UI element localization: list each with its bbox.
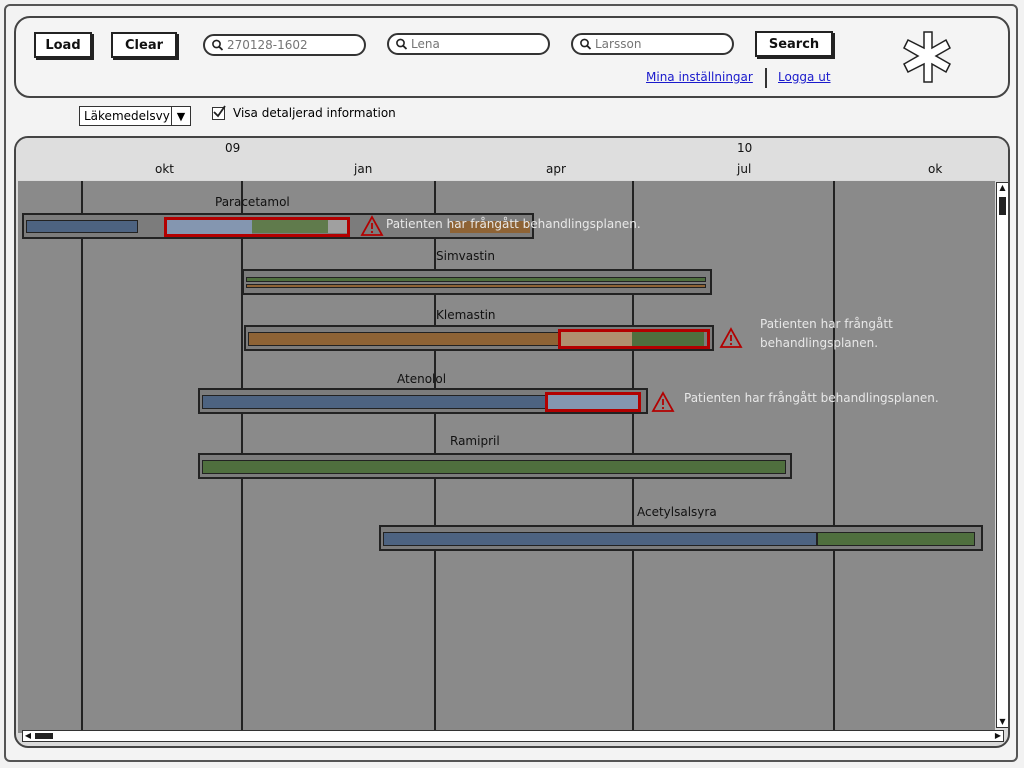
month-label: apr bbox=[546, 162, 566, 176]
deviation-marker[interactable] bbox=[545, 392, 641, 412]
drug-label-paracetamol: Paracetamol bbox=[215, 195, 290, 209]
month-label: ok bbox=[928, 162, 943, 176]
scroll-down-icon[interactable]: ▼ bbox=[997, 717, 1008, 727]
timeline-plot: Paracetamol Patienten har frångått behan… bbox=[18, 181, 995, 733]
bar-segment bbox=[383, 532, 817, 546]
detail-checkbox-label: Visa detaljerad information bbox=[233, 106, 396, 120]
load-button[interactable]: Load bbox=[34, 32, 92, 58]
firstname-input[interactable] bbox=[409, 37, 541, 51]
lastname-search-field[interactable] bbox=[571, 33, 734, 55]
checkmark-icon bbox=[213, 104, 226, 117]
view-select[interactable]: Läkemedelsvy ▼ bbox=[79, 106, 191, 126]
year-label: 10 bbox=[737, 141, 753, 155]
horizontal-scrollbar[interactable]: ◀ ▶ bbox=[22, 730, 1004, 742]
warning-icon[interactable] bbox=[719, 327, 743, 349]
drug-bar-atenolol[interactable] bbox=[198, 388, 648, 414]
drug-bar-ramipril[interactable] bbox=[198, 453, 792, 479]
drug-label-simvastin: Simvastin bbox=[436, 249, 495, 263]
scroll-thumb[interactable] bbox=[35, 733, 53, 739]
warning-icon[interactable] bbox=[651, 391, 675, 413]
view-select-value: Läkemedelsvy bbox=[84, 109, 170, 123]
scroll-up-icon[interactable]: ▲ bbox=[997, 183, 1008, 193]
month-label: jul bbox=[737, 162, 752, 176]
scroll-thumb[interactable] bbox=[999, 197, 1006, 215]
drug-bar-klemastin[interactable] bbox=[244, 325, 714, 351]
personnummer-input[interactable] bbox=[225, 38, 357, 52]
vertical-scrollbar[interactable]: ▲ ▼ bbox=[996, 182, 1008, 728]
time-axis: 09 10 okt jan apr jul ok bbox=[16, 138, 1008, 180]
gridline bbox=[81, 181, 83, 733]
warning-icon[interactable] bbox=[360, 215, 384, 237]
asterisk-logo-icon bbox=[903, 31, 951, 83]
clear-button[interactable]: Clear bbox=[111, 32, 177, 58]
warning-text-atenolol: Patienten har frångått behandlingsplanen… bbox=[684, 391, 939, 405]
deviation-marker[interactable] bbox=[164, 217, 350, 237]
warning-text-klemastin: Patienten har frångått behandlingsplanen… bbox=[760, 315, 893, 353]
chevron-down-icon[interactable]: ▼ bbox=[171, 107, 190, 125]
personnummer-search-field[interactable] bbox=[203, 34, 366, 56]
firstname-search-field[interactable] bbox=[387, 33, 550, 55]
scroll-left-icon[interactable]: ◀ bbox=[23, 731, 33, 741]
bar-segment bbox=[202, 395, 546, 409]
year-label: 09 bbox=[225, 141, 241, 155]
logout-link[interactable]: Logga ut bbox=[778, 70, 831, 84]
search-icon bbox=[396, 38, 408, 50]
scroll-right-icon[interactable]: ▶ bbox=[993, 731, 1003, 741]
drug-label-ramipril: Ramipril bbox=[450, 434, 500, 448]
drug-label-klemastin: Klemastin bbox=[436, 308, 496, 322]
drug-label-acetylsalsyra: Acetylsalsyra bbox=[637, 505, 717, 519]
warning-line: behandlingsplanen. bbox=[760, 336, 879, 350]
detail-checkbox[interactable] bbox=[212, 104, 226, 120]
drug-label-atenolol: Atenolol bbox=[397, 372, 447, 386]
search-button[interactable]: Search bbox=[755, 31, 833, 57]
warning-text-paracetamol: Patienten har frångått behandlingsplanen… bbox=[386, 217, 641, 231]
bar-segment bbox=[248, 332, 560, 346]
search-icon bbox=[580, 38, 592, 50]
header-panel: Load Clear Search bbox=[14, 16, 1010, 98]
gridline bbox=[833, 181, 835, 733]
warning-line: Patienten har frångått bbox=[760, 317, 893, 331]
deviation-marker[interactable] bbox=[558, 329, 710, 349]
month-label: okt bbox=[155, 162, 174, 176]
bar-segment bbox=[26, 220, 138, 233]
settings-link[interactable]: Mina inställningar bbox=[646, 70, 753, 84]
drug-bar-acetylsalsyra[interactable] bbox=[379, 525, 983, 551]
bar-segment bbox=[246, 277, 706, 282]
bar-segment bbox=[817, 532, 975, 546]
detail-checkbox-row[interactable]: Visa detaljerad information bbox=[212, 104, 396, 120]
timeline-panel: 09 10 okt jan apr jul ok Paracetamol Pat… bbox=[14, 136, 1010, 748]
month-label: jan bbox=[354, 162, 373, 176]
search-icon bbox=[212, 39, 224, 51]
link-divider bbox=[765, 68, 767, 88]
lastname-input[interactable] bbox=[593, 37, 725, 51]
bar-segment bbox=[246, 284, 706, 288]
bar-segment bbox=[202, 460, 786, 474]
drug-bar-simvastin[interactable] bbox=[242, 269, 712, 295]
